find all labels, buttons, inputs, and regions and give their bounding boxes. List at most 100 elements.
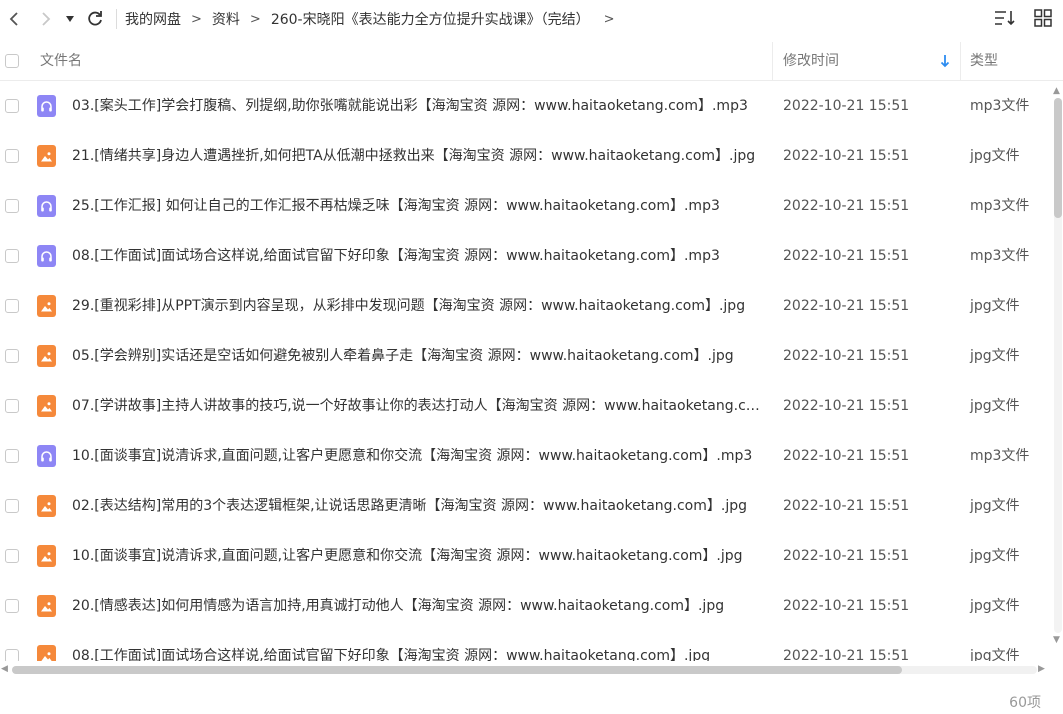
file-row[interactable]: 07.[学讲故事]主持人讲故事的技巧,说一个好故事让你的表达打动人【海淘宝资 源… [0,381,1050,431]
toolbar-divider [116,9,117,29]
image-file-icon [37,595,56,617]
file-row[interactable]: 29.[重视彩排]从PPT演示到内容呈现，从彩排中发现问题【海淘宝资 源网：ww… [0,281,1050,331]
file-row[interactable]: 05.[学会辨别]实话还是空话如何避免被别人牵着鼻子走【海淘宝资 源网：www.… [0,331,1050,381]
file-row[interactable]: 25.[工作汇报] 如何让自己的工作汇报不再枯燥乏味【海淘宝资 源网：www.h… [0,181,1050,231]
scrollbar-thumb[interactable] [1054,98,1062,218]
file-type: jpg文件 [970,548,1020,564]
breadcrumb-expand-icon[interactable]: > [604,12,615,27]
file-row[interactable]: 21.[情绪共享]身边人遭遇挫折,如何把TA从低潮中拯救出来【海淘宝资 源网：w… [0,131,1050,181]
row-checkbox[interactable] [5,549,19,563]
column-header-time[interactable]: 修改时间 [783,42,839,80]
scrollbar-thumb[interactable] [12,666,902,674]
item-count: 60项 [1009,695,1041,711]
file-name[interactable]: 10.[面谈事宜]说清诉求,直面问题,让客户更愿意和你交流【海淘宝资 源网：ww… [72,431,762,481]
row-checkbox[interactable] [5,199,19,213]
file-modified-time: 2022-10-21 15:51 [783,648,910,661]
row-checkbox[interactable] [5,599,19,613]
breadcrumb: 我的网盘 > 资料 > 260-宋晓阳《表达能力全方位提升实战课》（完结） > [125,9,625,29]
column-divider[interactable] [772,42,773,80]
file-type: jpg文件 [970,648,1020,661]
file-name[interactable]: 21.[情绪共享]身边人遭遇挫折,如何把TA从低潮中拯救出来【海淘宝资 源网：w… [72,131,762,181]
row-checkbox[interactable] [5,649,19,661]
file-modified-time: 2022-10-21 15:51 [783,198,910,214]
row-checkbox[interactable] [5,299,19,313]
file-modified-time: 2022-10-21 15:51 [783,298,910,314]
column-divider[interactable] [960,42,961,80]
file-name[interactable]: 25.[工作汇报] 如何让自己的工作汇报不再枯燥乏味【海淘宝资 源网：www.h… [72,181,762,231]
file-row[interactable]: 08.[工作面试]面试场合这样说,给面试官留下好印象【海淘宝资 源网：www.h… [0,631,1050,661]
image-file-icon [37,295,56,317]
file-modified-time: 2022-10-21 15:51 [783,548,910,564]
file-modified-time: 2022-10-21 15:51 [783,398,910,414]
refresh-button[interactable] [80,4,110,34]
sort-list-icon [995,11,1015,26]
file-type: mp3文件 [970,198,1030,214]
file-name[interactable]: 29.[重视彩排]从PPT演示到内容呈现，从彩排中发现问题【海淘宝资 源网：ww… [72,281,762,331]
image-file-icon [37,495,56,517]
file-name[interactable]: 08.[工作面试]面试场合这样说,给面试官留下好印象【海淘宝资 源网：www.h… [72,631,762,661]
sort-desc-icon[interactable] [940,42,950,80]
file-modified-time: 2022-10-21 15:51 [783,598,910,614]
grid-view-button[interactable] [1031,6,1055,30]
file-name[interactable]: 05.[学会辨别]实话还是空话如何避免被别人牵着鼻子走【海淘宝资 源网：www.… [72,331,762,381]
image-file-icon [37,345,56,367]
file-name[interactable]: 08.[工作面试]面试场合这样说,给面试官留下好印象【海淘宝资 源网：www.h… [72,231,762,281]
audio-file-icon [37,95,56,117]
row-checkbox[interactable] [5,399,19,413]
file-row[interactable]: 10.[面谈事宜]说清诉求,直面问题,让客户更愿意和你交流【海淘宝资 源网：ww… [0,531,1050,581]
file-row[interactable]: 02.[表达结构]常用的3个表达逻辑框架,让说话思路更清晰【海淘宝资 源网：ww… [0,481,1050,531]
row-checkbox[interactable] [5,349,19,363]
chevron-right-icon [42,12,51,26]
scroll-right-arrow-icon[interactable]: ▶ [1038,664,1045,674]
file-modified-time: 2022-10-21 15:51 [783,148,910,164]
row-checkbox[interactable] [5,249,19,263]
column-header-name[interactable]: 文件名 [40,42,82,80]
file-name[interactable]: 10.[面谈事宜]说清诉求,直面问题,让客户更愿意和你交流【海淘宝资 源网：ww… [72,531,762,581]
sort-button[interactable] [993,6,1017,30]
row-checkbox[interactable] [5,99,19,113]
breadcrumb-item-root[interactable]: 我的网盘 [125,9,181,29]
caret-down-icon [66,16,74,22]
scroll-down-arrow-icon[interactable]: ▼ [1053,635,1060,645]
file-type: jpg文件 [970,298,1020,314]
breadcrumb-item-current[interactable]: 260-宋晓阳《表达能力全方位提升实战课》（完结） [271,9,590,29]
back-button[interactable] [0,4,30,34]
horizontal-scrollbar[interactable]: ◀ ▶ [0,662,1050,676]
row-checkbox[interactable] [5,449,19,463]
forward-button[interactable] [30,4,60,34]
row-checkbox[interactable] [5,149,19,163]
select-all-checkbox[interactable] [5,54,19,68]
refresh-icon [88,11,102,26]
file-type: mp3文件 [970,248,1030,264]
file-name[interactable]: 20.[情感表达]如何用情感为语言加持,用真诚打动他人【海淘宝资 源网：www.… [72,581,762,631]
file-row[interactable]: 03.[案头工作]学会打腹稿、列提纲,助你张嘴就能说出彩【海淘宝资 源网：www… [0,81,1050,131]
file-name[interactable]: 03.[案头工作]学会打腹稿、列提纲,助你张嘴就能说出彩【海淘宝资 源网：www… [72,81,762,131]
file-type: jpg文件 [970,498,1020,514]
file-modified-time: 2022-10-21 15:51 [783,348,910,364]
file-modified-time: 2022-10-21 15:51 [783,248,910,264]
view-controls [993,6,1055,30]
file-row[interactable]: 10.[面谈事宜]说清诉求,直面问题,让客户更愿意和你交流【海淘宝资 源网：ww… [0,431,1050,481]
file-row[interactable]: 20.[情感表达]如何用情感为语言加持,用真诚打动他人【海淘宝资 源网：www.… [0,581,1050,631]
breadcrumb-item-folder[interactable]: 资料 [212,9,240,29]
file-name[interactable]: 02.[表达结构]常用的3个表达逻辑框架,让说话思路更清晰【海淘宝资 源网：ww… [72,481,762,531]
row-checkbox[interactable] [5,499,19,513]
column-header-type[interactable]: 类型 [970,42,998,80]
file-row[interactable]: 08.[工作面试]面试场合这样说,给面试官留下好印象【海淘宝资 源网：www.h… [0,231,1050,281]
image-file-icon [37,395,56,417]
file-type: jpg文件 [970,148,1020,164]
scroll-up-arrow-icon[interactable]: ▲ [1053,86,1060,96]
vertical-scrollbar[interactable]: ▲ ▼ [1052,86,1062,646]
image-file-icon [37,645,56,661]
file-type: jpg文件 [970,398,1020,414]
file-type: jpg文件 [970,348,1020,364]
file-list: 03.[案头工作]学会打腹稿、列提纲,助你张嘴就能说出彩【海淘宝资 源网：www… [0,81,1050,661]
image-file-icon [37,145,56,167]
grid-icon [1034,9,1052,27]
audio-file-icon [37,445,56,467]
audio-file-icon [37,195,56,217]
history-dropdown-button[interactable] [60,4,80,34]
scroll-left-arrow-icon[interactable]: ◀ [1,664,8,674]
file-modified-time: 2022-10-21 15:51 [783,98,910,114]
file-name[interactable]: 07.[学讲故事]主持人讲故事的技巧,说一个好故事让你的表达打动人【海淘宝资 源… [72,381,762,431]
